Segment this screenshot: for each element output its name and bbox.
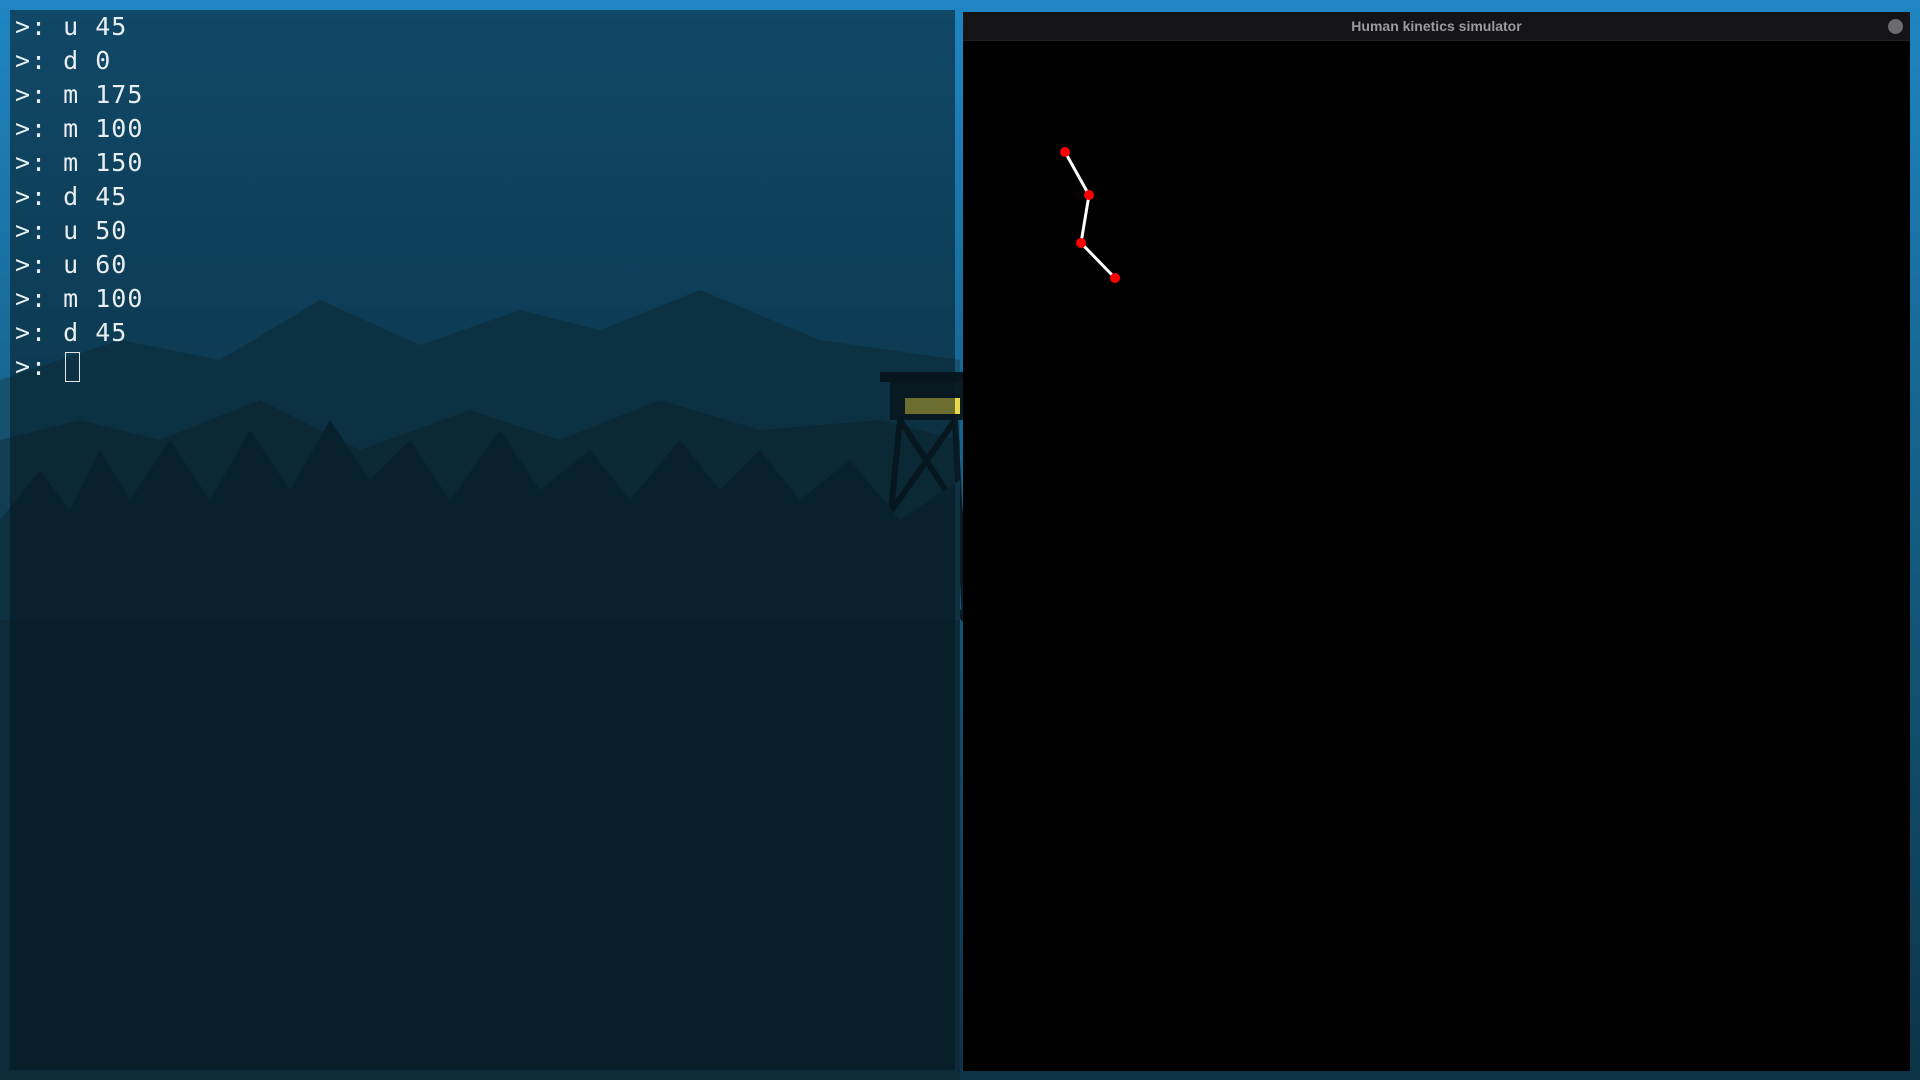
terminal-output: >: u 45 >: d 0 >: m 175 >: m 100 >: m 15… [15,10,143,384]
window-title: Human kinetics simulator [1351,18,1522,34]
terminal-line: >: d 0 [15,46,112,75]
terminal-line: >: d 45 [15,318,128,347]
joint-node [1060,147,1070,157]
window-titlebar[interactable]: Human kinetics simulator [963,12,1910,41]
terminal-prompt-row[interactable]: >: [15,350,143,384]
terminal-line: >: u 50 [15,216,128,245]
prompt-spacer [47,350,63,384]
joint-node [1110,273,1120,283]
terminal-line: >: u 60 [15,250,128,279]
kinematic-chain [1060,147,1120,283]
terminal-line: >: m 150 [15,148,144,177]
limb-segment [1079,241,1117,280]
simulator-canvas[interactable] [963,41,1910,1071]
terminal-window[interactable]: >: u 45 >: d 0 >: m 175 >: m 100 >: m 15… [10,10,955,1070]
terminal-line: >: m 175 [15,80,144,109]
terminal-line: >: m 100 [15,114,144,143]
text-cursor[interactable] [65,352,81,382]
joint-node [1076,238,1086,248]
terminal-line: >: u 45 [15,12,128,41]
close-icon[interactable] [1888,19,1903,34]
limb-segment [1079,194,1091,244]
limb-segment [1063,151,1091,196]
terminal-line: >: d 45 [15,182,128,211]
terminal-prompt: >: [15,352,48,381]
joint-node [1084,190,1094,200]
terminal-line: >: m 100 [15,284,144,313]
simulator-window[interactable]: Human kinetics simulator [963,12,1910,1071]
